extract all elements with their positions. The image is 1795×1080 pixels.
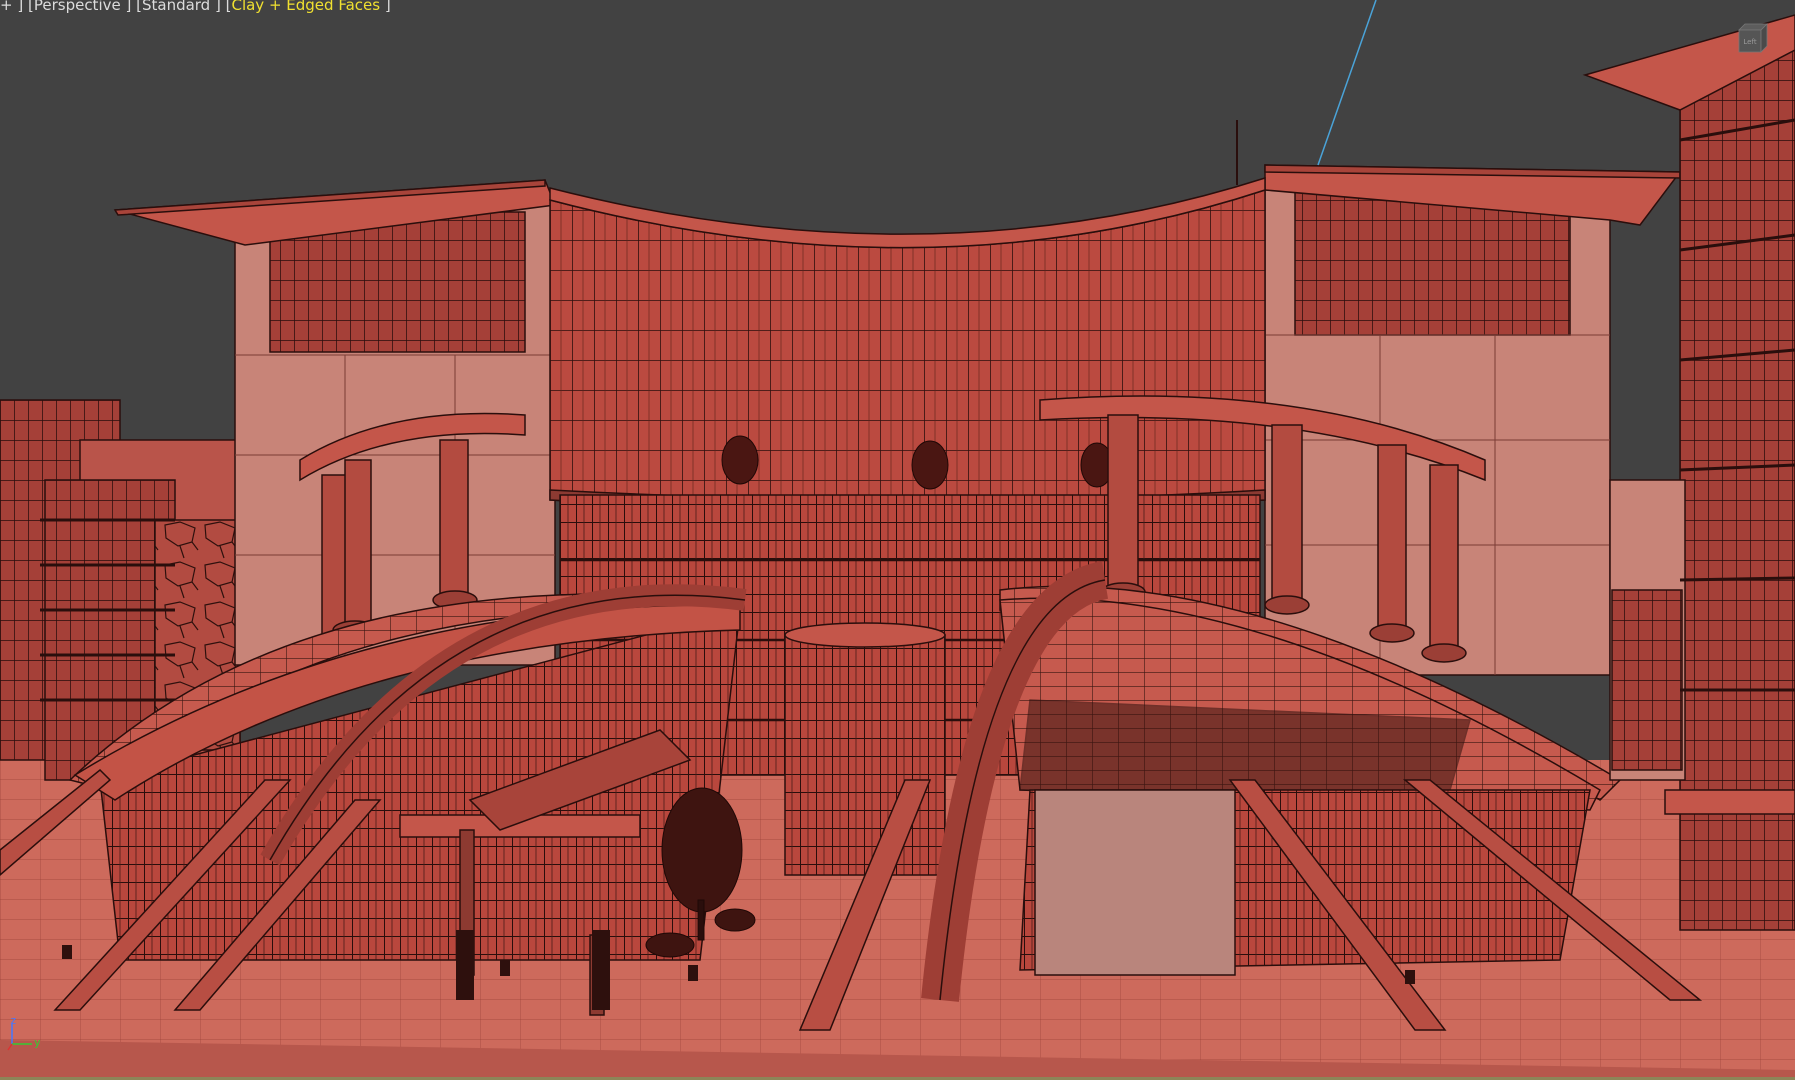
render-mode-menu[interactable]: Standard: [142, 0, 210, 14]
bracket-1: ] [: [17, 0, 34, 14]
viewport-menu-button[interactable]: +: [0, 0, 13, 14]
viewcube[interactable]: Left: [1735, 22, 1771, 58]
bracket-4: ]: [380, 0, 391, 14]
perspective-viewport[interactable]: + ] [Perspective ] [Standard ] [Clay + E…: [0, 0, 1795, 1080]
light-target-line: [1317, 0, 1377, 166]
bracket-2: ] [: [120, 0, 142, 14]
view-type-menu[interactable]: Perspective: [34, 0, 121, 14]
viewcube-face-label: Left: [1743, 38, 1756, 46]
central-cylinder: [784, 622, 946, 876]
bracket-3: ] [: [210, 0, 232, 14]
axis-z-label: z: [10, 1014, 17, 1027]
viewport-label: + ] [Perspective ] [Standard ] [Clay + E…: [0, 0, 391, 16]
shading-mode-menu[interactable]: Clay + Edged Faces: [231, 0, 380, 14]
scene-render[interactable]: [0, 0, 1795, 1080]
axis-tripod: z y: [4, 1014, 50, 1052]
axis-y-label: y: [34, 1036, 41, 1049]
